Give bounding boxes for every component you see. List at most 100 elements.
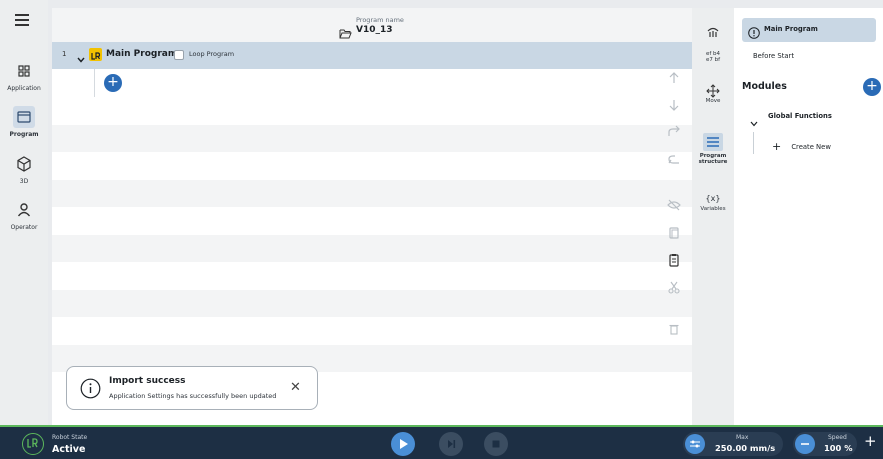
bottom-status-bar: Robot State Active Max 250.00 mm/s Speed… bbox=[0, 425, 883, 459]
max-value: 250.00 mm/s bbox=[715, 443, 776, 453]
hamburger-menu-icon[interactable] bbox=[15, 14, 29, 26]
hand-icon bbox=[706, 27, 720, 40]
modules-title: Modules bbox=[742, 81, 787, 92]
tool-program-structure[interactable]: Program structure bbox=[692, 133, 734, 165]
loop-program-checkbox[interactable] bbox=[174, 50, 184, 60]
undo-button[interactable] bbox=[664, 149, 684, 169]
move-down-button[interactable] bbox=[664, 95, 684, 115]
structure-before-start[interactable]: Before Start bbox=[753, 52, 794, 60]
program-structure-panel: Main Program Before Start Modules + Glob… bbox=[734, 8, 883, 425]
eye-slash-icon bbox=[664, 199, 684, 219]
folder-open-icon bbox=[339, 24, 352, 43]
minus-button[interactable] bbox=[795, 434, 815, 454]
plus-icon: + bbox=[772, 140, 782, 153]
create-new-label: Create New bbox=[791, 142, 831, 151]
speed-control[interactable]: Speed 100 % bbox=[793, 432, 857, 456]
tool-program-structure-label: Program structure bbox=[698, 153, 728, 165]
nav-application[interactable]: Application bbox=[0, 60, 48, 92]
speed-label: Speed bbox=[828, 434, 847, 441]
empty-row bbox=[52, 125, 692, 152]
robot-state-value: Active bbox=[52, 444, 86, 455]
nav-3d[interactable]: 3D bbox=[0, 153, 48, 185]
redo-icon bbox=[664, 125, 684, 146]
move-arrows-icon bbox=[692, 84, 734, 98]
right-tools-strip: ef b4 e7 bf Move Program structure {x} V… bbox=[692, 8, 734, 425]
plus-button[interactable]: + bbox=[864, 432, 877, 450]
program-name-value: V10_13 bbox=[356, 25, 393, 35]
sliders-icon bbox=[685, 434, 705, 454]
toast-message: Application Settings has successfully be… bbox=[109, 392, 277, 400]
app-window: Application Program 3D Operator Program … bbox=[0, 0, 883, 459]
nav-application-label: Application bbox=[7, 85, 41, 92]
empty-row bbox=[52, 180, 692, 207]
add-module-button[interactable]: + bbox=[863, 78, 881, 96]
info-icon bbox=[80, 378, 101, 403]
exclamation-circle-icon bbox=[748, 24, 760, 43]
add-node-button[interactable]: + bbox=[104, 74, 122, 92]
chevron-down-icon[interactable] bbox=[749, 113, 759, 132]
nav-operator[interactable]: Operator bbox=[0, 199, 48, 231]
nav-program[interactable]: Program bbox=[0, 106, 48, 138]
tool-variables-label: Variables bbox=[700, 206, 726, 212]
program-window-icon bbox=[13, 106, 35, 128]
structure-main-program[interactable]: Main Program bbox=[742, 18, 876, 42]
redo-button[interactable] bbox=[664, 122, 684, 142]
structure-main-program-label: Main Program bbox=[764, 25, 818, 33]
robot-state-label: Robot State bbox=[52, 434, 88, 441]
variables-icon: {x} bbox=[705, 194, 721, 203]
paste-button[interactable] bbox=[664, 250, 684, 270]
create-new-button[interactable]: + Create New bbox=[772, 136, 831, 155]
main-program-row[interactable]: 1 Main Program Loop Program bbox=[52, 42, 692, 69]
copy-icon bbox=[664, 227, 684, 247]
ur-logo-icon bbox=[89, 48, 102, 61]
max-speed-control[interactable]: Max 250.00 mm/s bbox=[683, 432, 783, 456]
cube-icon bbox=[13, 153, 35, 175]
close-icon[interactable]: ✕ bbox=[290, 380, 301, 395]
speed-value: 100 % bbox=[824, 443, 853, 453]
structure-list-icon bbox=[703, 133, 723, 151]
main-program-label: Main Program bbox=[106, 49, 178, 59]
tool-move-label: Move bbox=[705, 98, 721, 104]
scissors-icon bbox=[664, 281, 684, 301]
global-functions-label[interactable]: Global Functions bbox=[768, 112, 832, 120]
clipboard-icon bbox=[664, 254, 684, 274]
undo-icon bbox=[664, 154, 684, 173]
plus-icon: + bbox=[107, 74, 119, 90]
max-label: Max bbox=[736, 434, 749, 441]
import-success-toast: Import success Application Settings has … bbox=[66, 366, 318, 410]
grid-icon bbox=[13, 60, 35, 82]
program-header: Program name V10_13 bbox=[52, 8, 692, 42]
arrow-down-icon bbox=[664, 100, 684, 119]
tree-guide-line bbox=[94, 69, 95, 97]
nav-3d-label: 3D bbox=[19, 178, 29, 185]
ur-logo-button[interactable] bbox=[22, 433, 44, 455]
nav-operator-label: Operator bbox=[10, 224, 38, 231]
tool-variables[interactable]: {x} Variables bbox=[692, 194, 734, 212]
person-icon bbox=[13, 199, 35, 221]
cut-button[interactable] bbox=[664, 277, 684, 297]
nav-program-label: Program bbox=[9, 131, 39, 138]
tool-hex-readout[interactable]: ef b4 e7 bf bbox=[692, 51, 734, 63]
hide-button[interactable] bbox=[664, 195, 684, 215]
toast-title: Import success bbox=[109, 376, 186, 386]
line-number: 1 bbox=[62, 50, 67, 58]
copy-button[interactable] bbox=[664, 223, 684, 243]
program-editor: Program name V10_13 1 Main Program Loop … bbox=[52, 8, 692, 425]
chevron-down-icon[interactable] bbox=[76, 50, 86, 69]
stop-button[interactable] bbox=[484, 432, 508, 456]
empty-row bbox=[52, 235, 692, 262]
loop-program-label: Loop Program bbox=[189, 50, 235, 58]
step-button[interactable] bbox=[439, 432, 463, 456]
tool-move[interactable]: Move bbox=[692, 84, 734, 104]
move-up-button[interactable] bbox=[664, 68, 684, 88]
trash-icon bbox=[664, 324, 684, 343]
empty-row bbox=[52, 290, 692, 317]
play-button[interactable] bbox=[391, 432, 415, 456]
left-navigation: Application Program 3D Operator bbox=[0, 0, 48, 427]
program-name-label: Program name bbox=[356, 16, 404, 24]
add-node-row bbox=[52, 69, 692, 97]
arrow-up-icon bbox=[664, 72, 684, 92]
tool-freedrive[interactable] bbox=[692, 26, 734, 40]
tree-guide-line bbox=[753, 132, 754, 154]
delete-button[interactable] bbox=[664, 319, 684, 339]
